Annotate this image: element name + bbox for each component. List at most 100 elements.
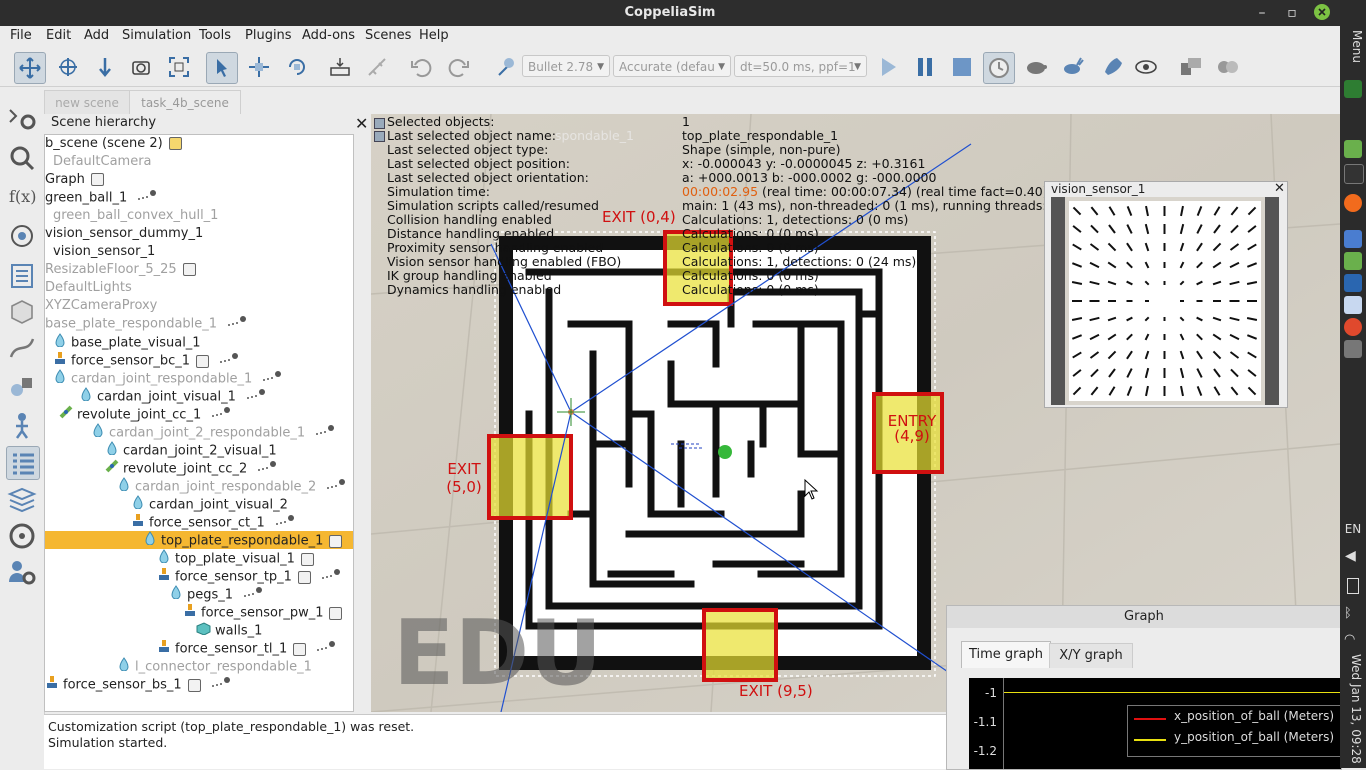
hierarchy-row[interactable]: revolute_joint_cc_2 [45,459,353,477]
coppeliasim-app-icon[interactable] [1344,318,1362,336]
vision-sensor-window[interactable]: vision_sensor_1 ✕ [1044,181,1288,408]
video-recorder-icon[interactable] [6,520,38,552]
pause-button[interactable] [910,52,940,82]
tab-time-graph[interactable]: Time graph [961,641,1051,668]
hierarchy-row[interactable]: green_ball_1 [45,189,353,207]
fit-to-view-button[interactable] [164,52,194,82]
zoom-icon[interactable] [6,142,38,174]
camera-angle-button[interactable] [126,52,156,82]
files-app-icon[interactable] [1344,140,1362,158]
bluetooth-icon[interactable]: ᛒ [1344,606,1352,621]
path-edit-icon[interactable] [6,332,38,364]
volume-icon[interactable]: ◀ [1345,548,1356,564]
monitor-app-icon[interactable] [1344,80,1362,98]
script-icon[interactable] [187,678,201,692]
camera-rotate-button[interactable] [53,52,83,82]
hierarchy-row[interactable]: walls_1 [45,621,353,639]
clock[interactable]: Wed Jan 13, 09:28 [1343,654,1363,766]
writer-app-icon[interactable] [1344,274,1362,292]
stack-app-icon[interactable] [1344,340,1362,358]
hierarchy-row[interactable]: force_sensor_tl_1 [45,639,353,657]
hierarchy-row[interactable]: force_sensor_tp_1 [45,567,353,585]
hierarchy-row[interactable]: force_sensor_bs_1 [45,675,353,693]
assemble-button[interactable] [325,52,355,82]
script-icon[interactable] [297,570,311,584]
hierarchy-row[interactable]: pegs_1 [45,585,353,603]
dynamics-content-icon[interactable] [490,52,520,82]
user-settings-icon[interactable] [6,556,38,588]
simulation-settings-icon[interactable] [6,102,38,134]
layers-icon[interactable] [6,484,38,516]
hierarchy-row[interactable]: cardan_joint_2_visual_1 [45,441,353,459]
realtime-icon[interactable] [983,52,1015,84]
menu-plugins[interactable]: Plugins [245,28,292,43]
terminal-app-icon[interactable] [1344,164,1364,184]
tab-xy-graph[interactable]: X/Y graph [1049,643,1133,668]
menu-tools[interactable]: Tools [199,28,231,43]
collections-icon[interactable] [6,372,38,404]
menu-add[interactable]: Add [84,28,109,43]
scene-hierarchy-tree[interactable]: b_scene (scene 2) DefaultCamera Graph green… [44,134,354,712]
hierarchy-row[interactable]: b_scene (scene 2) [45,135,353,153]
thread-rendering-icon[interactable] [1096,52,1126,82]
faster-icon[interactable] [1058,52,1088,82]
scene-selector-icon[interactable] [1213,52,1243,82]
hierarchy-row[interactable]: vision_sensor_dummy_1 [45,225,353,243]
script-icon[interactable] [182,263,196,276]
object-shift-button[interactable] [244,52,274,82]
hierarchy-row[interactable]: force_sensor_pw_1 [45,603,353,621]
hierarchy-row[interactable]: DefaultCamera [45,153,353,171]
script-icon[interactable] [196,354,209,368]
hierarchy-row[interactable]: base_plate_respondable_1 [45,315,353,333]
hierarchy-row[interactable]: cardan_joint_visual_1 [45,387,353,405]
hierarchy-row[interactable]: XYZCameraProxy [45,297,353,315]
menu-scenes[interactable]: Scenes [365,28,411,43]
object-rotate-button[interactable] [282,52,312,82]
dock-menu-label[interactable]: Menu [1342,30,1364,63]
status-console[interactable]: Customization script (top_plate_responda… [44,714,946,769]
firefox-app-icon[interactable] [1344,194,1362,212]
hierarchy-row[interactable]: cardan_joint_respondable_1 [45,369,353,387]
hierarchy-row[interactable]: l_connector_respondable_1 [45,657,353,675]
undo-icon[interactable] [406,52,436,82]
hierarchy-row[interactable]: top_plate_visual_1 [45,549,353,567]
tab-task-4b-scene[interactable]: task_4b_scene [129,90,241,115]
wifi-icon[interactable]: ◠ [1344,632,1355,647]
folder-app-icon[interactable] [1344,252,1362,270]
hierarchy-row[interactable]: vision_sensor_1 [45,243,353,261]
hierarchy-row[interactable]: top_plate_respondable_1 [45,531,353,549]
transfer-dna-button[interactable] [362,52,392,82]
hierarchy-row[interactable]: base_plate_visual_1 [45,333,353,351]
menu-addons[interactable]: Add-ons [302,28,355,43]
script-icon[interactable] [300,552,314,566]
close-button[interactable] [1312,3,1332,23]
scene-hierarchy-icon[interactable] [6,446,40,480]
minimize-button[interactable]: – [1252,3,1272,23]
camera-pan-button[interactable] [14,52,46,84]
menu-file[interactable]: File [10,28,32,43]
calculation-modules-icon[interactable] [6,260,38,292]
camera-shift-button[interactable] [90,52,120,82]
play-button[interactable] [873,52,903,82]
close-icon[interactable]: ✕ [355,114,368,133]
ik-robot-icon[interactable] [6,410,38,442]
shape-edit-icon[interactable] [6,296,38,328]
stop-button[interactable] [947,52,977,82]
accuracy-select[interactable]: Accurate (defau ▼ [613,55,731,77]
timestep-select[interactable]: dt=50.0 ms, ppf=1 ▼ [734,55,867,77]
maximize-button[interactable]: ▫ [1282,3,1302,23]
menu-help[interactable]: Help [419,28,449,43]
hierarchy-row[interactable]: force_sensor_ct_1 [45,513,353,531]
keyboard-layout[interactable]: EN [1342,522,1364,536]
script-icon[interactable] [90,173,104,186]
hierarchy-row[interactable]: cardan_joint_respondable_2 [45,477,353,495]
visualization-icon[interactable] [1131,52,1161,82]
document-app-icon[interactable] [1344,296,1362,314]
script-icon[interactable] [168,137,182,150]
script-icon[interactable] [329,606,343,620]
vision-close-icon[interactable]: ✕ [1274,181,1285,196]
hierarchy-row[interactable]: Graph [45,171,353,189]
hierarchy-row[interactable]: revolute_joint_cc_1 [45,405,353,423]
slower-icon[interactable] [1021,52,1051,82]
click-select-button[interactable] [206,52,238,84]
